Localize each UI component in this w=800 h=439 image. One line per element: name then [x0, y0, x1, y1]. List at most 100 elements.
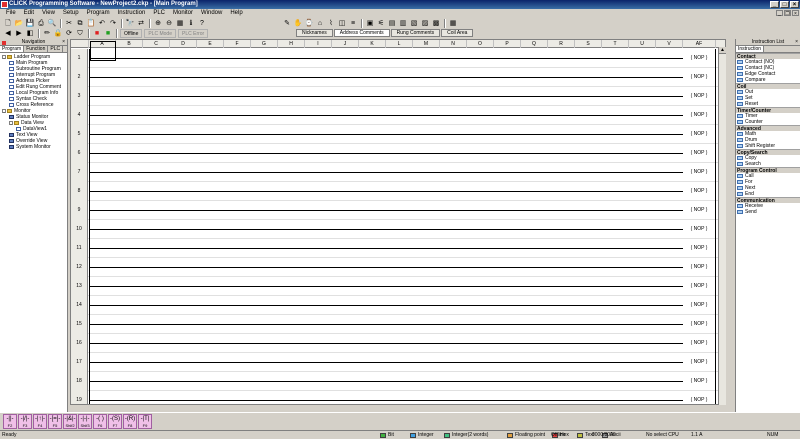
- function-key-button[interactable]: -|&|- Shif2: [63, 414, 77, 429]
- plc-mode-button[interactable]: PLC Mode: [144, 28, 176, 38]
- ladder-rung[interactable]: 9 ( NOP ): [71, 201, 725, 220]
- io-icon[interactable]: ▤: [387, 19, 397, 28]
- rung-output-nop[interactable]: ( NOP ): [685, 264, 713, 271]
- ladder-rung[interactable]: 1 ( NOP ): [71, 49, 725, 68]
- rung-output-nop[interactable]: ( NOP ): [685, 55, 713, 62]
- collapse-icon[interactable]: -: [2, 55, 6, 60]
- rung-icon[interactable]: ≡: [348, 19, 358, 28]
- menu-monitor[interactable]: Monitor: [169, 9, 197, 17]
- ladder-rung[interactable]: 8 ( NOP ): [71, 182, 725, 201]
- offline-button[interactable]: Offline: [120, 28, 143, 38]
- wire-icon[interactable]: ⌇: [326, 19, 336, 28]
- tab-nicknames[interactable]: Nicknames: [296, 29, 333, 37]
- rung-output-nop[interactable]: ( NOP ): [685, 378, 713, 385]
- forward-icon[interactable]: ▶: [14, 29, 24, 38]
- rung-output-nop[interactable]: ( NOP ): [685, 74, 713, 81]
- function-key-button[interactable]: -|/|- F3: [18, 414, 32, 429]
- rung-output-nop[interactable]: ( NOP ): [685, 397, 713, 404]
- ladder-rung[interactable]: 13 ( NOP ): [71, 277, 725, 296]
- mdi-close-button[interactable]: ×: [792, 10, 799, 17]
- ladder-rung[interactable]: 12 ( NOP ): [71, 258, 725, 277]
- cpu-icon[interactable]: ▣: [365, 19, 375, 28]
- tab-function[interactable]: Function: [24, 46, 49, 52]
- function-key-button[interactable]: -|-|- Shif3: [78, 414, 92, 429]
- rung-output-nop[interactable]: ( NOP ): [685, 359, 713, 366]
- paste-icon[interactable]: 📋: [86, 19, 96, 28]
- ladder-rung[interactable]: 10 ( NOP ): [71, 220, 725, 239]
- zoom-out-icon[interactable]: ⊖: [164, 19, 174, 28]
- print-icon[interactable]: ⎙: [36, 19, 46, 28]
- redo-icon[interactable]: ↷: [108, 19, 118, 28]
- pen-icon[interactable]: ✎: [282, 19, 292, 28]
- open-folder-icon[interactable]: 📂: [14, 19, 24, 28]
- lock-icon[interactable]: 🔒: [53, 29, 63, 38]
- network-icon[interactable]: ⚟: [376, 19, 386, 28]
- cut-icon[interactable]: ✂: [64, 19, 74, 28]
- function-key-button[interactable]: -[=]- F5: [48, 414, 62, 429]
- close-icon[interactable]: ×: [62, 39, 65, 46]
- menu-file[interactable]: File: [2, 9, 20, 17]
- back-icon[interactable]: ◀: [3, 29, 13, 38]
- tab-program[interactable]: Program: [0, 46, 25, 52]
- collapse-icon[interactable]: -: [2, 109, 6, 114]
- run-icon[interactable]: ■: [103, 29, 113, 38]
- rung-output-nop[interactable]: ( NOP ): [685, 169, 713, 176]
- selected-cell-cursor[interactable]: [90, 41, 116, 61]
- rung-output-nop[interactable]: ( NOP ): [685, 188, 713, 195]
- rung-output-nop[interactable]: ( NOP ): [685, 321, 713, 328]
- rung-output-nop[interactable]: ( NOP ): [685, 302, 713, 309]
- save-icon[interactable]: 💾: [25, 19, 35, 28]
- tree-item[interactable]: System Monitor: [0, 144, 67, 150]
- menu-help[interactable]: Help: [226, 9, 246, 17]
- grid-icon[interactable]: ▦: [175, 19, 185, 28]
- monitor-icon[interactable]: ▧: [409, 19, 419, 28]
- table-icon[interactable]: ▦: [448, 19, 458, 28]
- info-icon[interactable]: ℹ: [186, 19, 196, 28]
- ladder-rung[interactable]: 14 ( NOP ): [71, 296, 725, 315]
- zoom-in-icon[interactable]: ⊕: [153, 19, 163, 28]
- plc-error-button[interactable]: PLC Error: [178, 28, 209, 38]
- ladder-rung[interactable]: 16 ( NOP ): [71, 334, 725, 353]
- function-key-button[interactable]: -|T| F9: [138, 414, 152, 429]
- collapse-icon[interactable]: -: [9, 121, 13, 126]
- sync-icon[interactable]: ⟳: [64, 29, 74, 38]
- rung-output-nop[interactable]: ( NOP ): [685, 226, 713, 233]
- maximize-button[interactable]: □: [780, 1, 789, 8]
- tab-plc[interactable]: PLC: [48, 46, 64, 52]
- address-icon[interactable]: ⌂: [315, 19, 325, 28]
- copy-icon[interactable]: ⧉: [75, 19, 85, 28]
- ladder-rung[interactable]: 7 ( NOP ): [71, 163, 725, 182]
- config-icon[interactable]: ▨: [420, 19, 430, 28]
- function-key-button[interactable]: -(S) F7: [108, 414, 122, 429]
- mdi-minimize-button[interactable]: _: [776, 10, 783, 17]
- ladder-rung[interactable]: 18 ( NOP ): [71, 372, 725, 391]
- ladder-rung[interactable]: 11 ( NOP ): [71, 239, 725, 258]
- function-key-button[interactable]: -(R) F8: [123, 414, 137, 429]
- tab-coil-area[interactable]: Coil Area: [441, 29, 474, 37]
- ladder-rung[interactable]: 4 ( NOP ): [71, 106, 725, 125]
- ladder-editor[interactable]: A B C D E F G H I J K L M N O P Q R S T U V AF 1 ( NOP ) 2 ( NOP …: [70, 39, 726, 405]
- mdi-restore-button[interactable]: ❐: [784, 10, 791, 17]
- menu-window[interactable]: Window: [197, 9, 226, 17]
- hand-icon[interactable]: ✋: [293, 19, 303, 28]
- ladder-rung[interactable]: 15 ( NOP ): [71, 315, 725, 334]
- function-key-button[interactable]: -||- F2: [3, 414, 17, 429]
- pin-icon[interactable]: [2, 41, 6, 45]
- rung-output-nop[interactable]: ( NOP ): [685, 245, 713, 252]
- ladder-rung[interactable]: 5 ( NOP ): [71, 125, 725, 144]
- replace-icon[interactable]: ⇄: [136, 19, 146, 28]
- close-button[interactable]: ×: [790, 1, 799, 8]
- new-file-icon[interactable]: 🗋: [3, 19, 13, 28]
- close-icon[interactable]: ×: [795, 39, 798, 46]
- menu-view[interactable]: View: [38, 9, 59, 17]
- menu-plc[interactable]: PLC: [149, 9, 169, 17]
- ladder-rung[interactable]: 19 ( NOP ): [71, 391, 725, 404]
- menu-instruction[interactable]: Instruction: [114, 9, 150, 17]
- menu-program[interactable]: Program: [83, 9, 114, 17]
- rung-output-nop[interactable]: ( NOP ): [685, 150, 713, 157]
- ladder-rung[interactable]: 17 ( NOP ): [71, 353, 725, 372]
- function-key-button[interactable]: -( ) F6: [93, 414, 107, 429]
- ladder-rung[interactable]: 3 ( NOP ): [71, 87, 725, 106]
- menu-edit[interactable]: Edit: [20, 9, 38, 17]
- ladder-rung[interactable]: 2 ( NOP ): [71, 68, 725, 87]
